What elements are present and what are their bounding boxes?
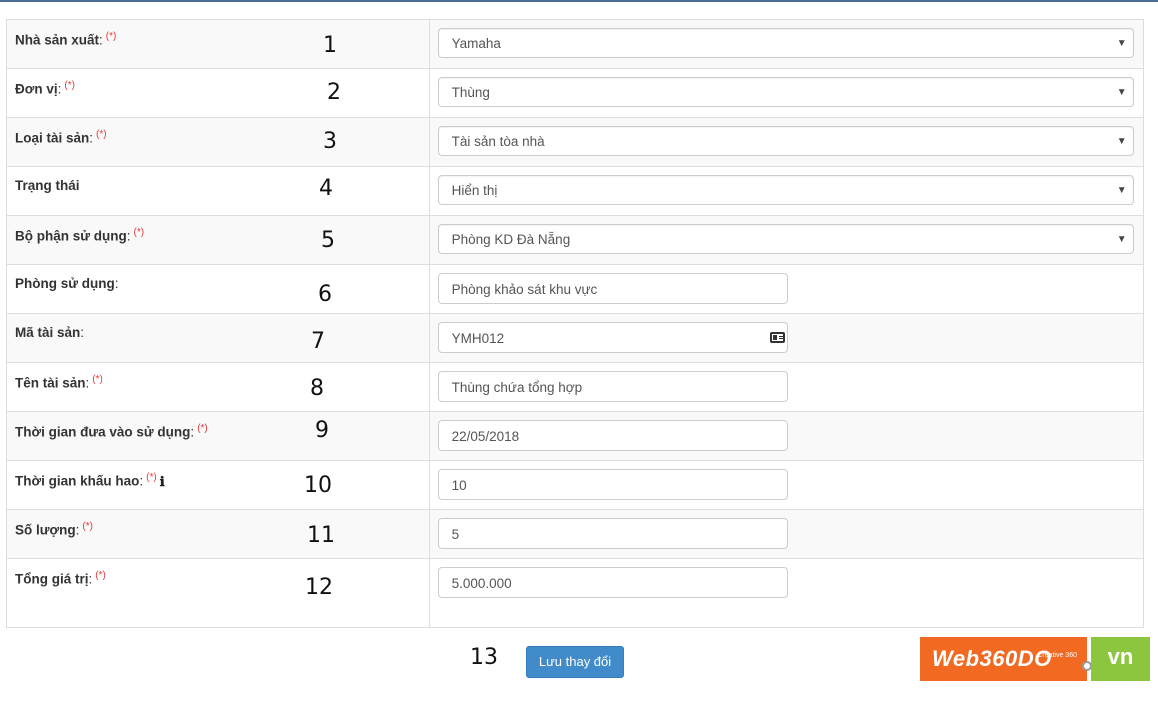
logo-brand: Web360DO: [932, 646, 1052, 671]
annotation-number: 8: [310, 376, 324, 401]
quantity-input[interactable]: 5: [437, 518, 788, 549]
field-label: Thời gian khấu hao: (*) ℹ: [15, 472, 165, 490]
chevron-down-icon: ▼: [1116, 185, 1127, 196]
field-label: Loại tài sản: (*): [15, 129, 107, 146]
unit-select[interactable]: Thùng ▼: [437, 77, 1134, 107]
annotation-number: 11: [307, 523, 335, 548]
annotation-number: 12: [305, 575, 333, 600]
logo-suffix: vn: [1091, 637, 1150, 681]
manufacturer-select[interactable]: Yamaha ▼: [437, 28, 1134, 58]
annotation-number: 13: [470, 645, 498, 670]
form-row-asset-code: Mã tài sản: 7 YMH012: [6, 313, 1145, 363]
required-marker: (*): [64, 80, 75, 91]
required-marker: (*): [197, 423, 208, 434]
field-label: Tên tài sản: (*): [15, 374, 103, 391]
required-marker: (*): [95, 570, 106, 581]
top-border: [0, 0, 1158, 2]
annotation-number: 6: [318, 282, 332, 307]
required-marker: (*): [82, 521, 93, 532]
annotation-number: 1: [323, 33, 337, 58]
annotation-number: 9: [315, 418, 329, 443]
required-marker: (*): [92, 374, 103, 385]
form-row-asset-name: Tên tài sản: (*) 8 Thùng chứa tổng hợp: [6, 362, 1145, 412]
department-select[interactable]: Phòng KD Đà Nẵng ▼: [437, 224, 1134, 254]
required-marker: (*): [146, 472, 157, 483]
chevron-down-icon: ▼: [1116, 38, 1127, 49]
asset-name-input[interactable]: Thùng chứa tổng hợp: [437, 371, 788, 402]
form-row-room: Phòng sử dụng: 6 Phòng khảo sát khu vực: [6, 264, 1145, 314]
start-date-input[interactable]: 22/05/2018: [437, 420, 788, 451]
chevron-down-icon: ▼: [1116, 87, 1127, 98]
field-label: Bộ phận sử dụng: (*): [15, 227, 145, 244]
form-row-depreciation: Thời gian khấu hao: (*) ℹ 10 10: [6, 460, 1145, 510]
field-label: Số lượng: (*): [15, 521, 93, 538]
annotation-number: 7: [311, 329, 325, 354]
field-label: Trạng thái: [15, 178, 80, 193]
form-row-quantity: Số lượng: (*) 11 5: [6, 509, 1145, 559]
field-label: Phòng sử dụng:: [15, 276, 119, 291]
field-label: Nhà sản xuất: (*): [15, 31, 117, 48]
depreciation-input[interactable]: 10: [437, 469, 788, 500]
annotation-number: 3: [323, 129, 337, 154]
annotation-number: 4: [319, 176, 333, 201]
brand-logo: Web360DO Creative 360 vn: [920, 637, 1150, 681]
field-label: Mã tài sản:: [15, 325, 85, 340]
annotation-number: 2: [327, 80, 341, 105]
required-marker: (*): [96, 129, 107, 140]
asset-form-table: Nhà sản xuất: (*) 1 Yamaha ▼ Đơn vị: (*) 2 …: [6, 19, 1145, 628]
required-marker: (*): [133, 227, 145, 238]
annotation-number: 10: [304, 473, 332, 498]
annotation-number: 5: [321, 228, 335, 253]
save-changes-button[interactable]: Lưu thay đổi: [526, 646, 624, 678]
form-row-start-date: Thời gian đưa vào sử dụng: (*) 9 22/05/20…: [6, 411, 1145, 461]
field-label: Đơn vị: (*): [15, 80, 75, 97]
form-row-status: Trạng thái 4 Hiển thị ▼: [6, 166, 1145, 216]
status-select[interactable]: Hiển thị ▼: [437, 175, 1134, 205]
chevron-down-icon: ▼: [1116, 234, 1127, 245]
form-row-asset-type: Loại tài sản: (*) 3 Tài sản tòa nhà ▼: [6, 117, 1145, 167]
form-row-total-value: Tổng giá trị: (*) 12 5.000.000: [6, 558, 1145, 628]
chevron-down-icon: ▼: [1116, 136, 1127, 147]
form-row-unit: Đơn vị: (*) 2 Thùng ▼: [6, 68, 1145, 118]
asset-code-input[interactable]: YMH012: [437, 322, 788, 353]
field-label: Thời gian đưa vào sử dụng: (*): [15, 423, 208, 440]
form-row-department: Bộ phận sử dụng: (*) 5 Phòng KD Đà Nẵng ▼: [6, 215, 1145, 265]
required-marker: (*): [105, 31, 117, 42]
field-label: Tổng giá trị: (*): [15, 570, 106, 587]
logo-tagline: Creative 360: [1037, 652, 1077, 659]
id-card-icon: [769, 332, 785, 343]
form-row-manufacturer: Nhà sản xuất: (*) 1 Yamaha ▼: [6, 19, 1145, 69]
info-icon[interactable]: ℹ: [160, 475, 165, 490]
total-value-input[interactable]: 5.000.000: [437, 567, 788, 598]
asset-type-select[interactable]: Tài sản tòa nhà ▼: [437, 126, 1134, 156]
room-input[interactable]: Phòng khảo sát khu vực: [437, 273, 788, 304]
